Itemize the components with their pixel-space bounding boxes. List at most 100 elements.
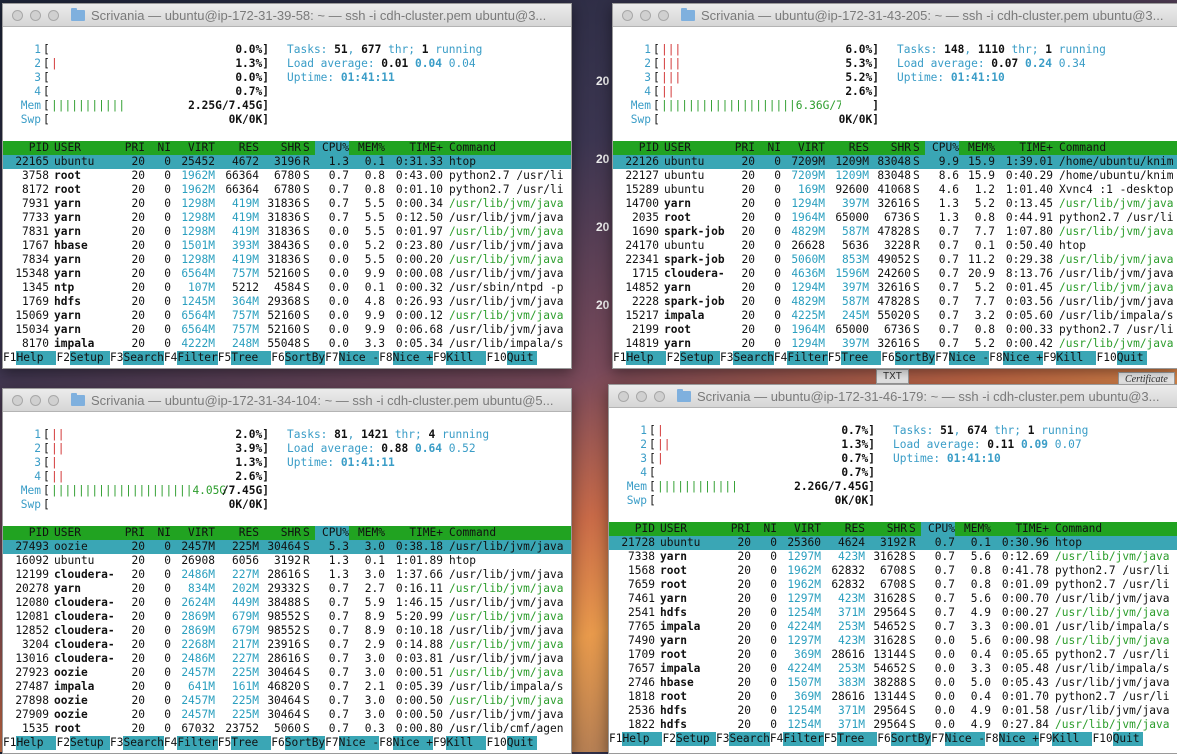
column-header[interactable]: Command bbox=[1055, 522, 1177, 536]
function-key-button[interactable]: F8Nice + bbox=[985, 732, 1039, 746]
process-row[interactable]: 27923 oozie 20 0 2457M 225M 30464 S 0.7 3.0 0:00.5… bbox=[3, 666, 571, 680]
process-row[interactable]: 1568 root 20 0 1962M 62832 6708 S 0.7 0.8 0:41.78 p… bbox=[609, 564, 1177, 578]
close-window-icon[interactable] bbox=[622, 9, 633, 21]
process-row[interactable]: 1767 hbase 20 0 1501M 393M 38436 S 0.0 5.2 0:23.80… bbox=[3, 239, 571, 253]
close-window-icon[interactable] bbox=[618, 390, 629, 402]
column-header[interactable]: S bbox=[909, 522, 919, 536]
process-row[interactable]: 2199 root 20 0 1964M 65000 6736 S 0.7 0.8 0:00.33 p… bbox=[613, 323, 1177, 337]
process-row[interactable]: 27898 oozie 20 0 2457M 225M 30464 S 0.7 3.0 0:00.5… bbox=[3, 694, 571, 708]
function-key-button[interactable]: F4Filter bbox=[774, 351, 828, 365]
process-row[interactable]: 15289 ubuntu 20 0 169M 92600 41068 S 4.6 1.2 1:01.… bbox=[613, 183, 1177, 197]
column-header[interactable]: CPU% bbox=[925, 141, 959, 155]
terminal-window[interactable]: Scrivania — ubuntu@ip-172-31-39-58: ~ — … bbox=[2, 3, 572, 369]
window-titlebar[interactable]: Scrivania — ubuntu@ip-172-31-46-179: ~ —… bbox=[609, 385, 1177, 408]
function-key-button[interactable]: F10Quit bbox=[486, 736, 537, 750]
column-header[interactable]: NI bbox=[147, 141, 171, 155]
process-row[interactable]: 2228 spark-job 20 0 4829M 587M 47828 S 0.7 7.7 0:0… bbox=[613, 295, 1177, 309]
function-key-button[interactable]: F5Tree bbox=[828, 351, 882, 365]
function-key-button[interactable]: F1Help bbox=[3, 736, 57, 750]
terminal-window[interactable]: Scrivania — ubuntu@ip-172-31-34-104: ~ —… bbox=[2, 388, 572, 754]
function-key-button[interactable]: F6SortBy bbox=[271, 351, 326, 365]
process-row[interactable]: 7338 yarn 20 0 1297M 423M 31628 S 0.7 5.6 0:12.69 /… bbox=[609, 550, 1177, 564]
desktop-file-txt[interactable]: TXT bbox=[876, 369, 909, 384]
process-row[interactable]: 7461 yarn 20 0 1297M 423M 31628 S 0.7 5.6 0:00.70 /… bbox=[609, 592, 1177, 606]
column-header[interactable]: RES bbox=[823, 522, 865, 536]
function-key-button[interactable]: F6SortBy bbox=[877, 732, 932, 746]
close-window-icon[interactable] bbox=[12, 394, 23, 406]
process-row[interactable]: 2541 hdfs 20 0 1254M 371M 29564 S 0.7 4.9 0:00.27 /… bbox=[609, 606, 1177, 620]
column-header[interactable]: Command bbox=[449, 141, 571, 155]
process-row[interactable]: 22341 spark-job 20 0 5060M 853M 49052 S 0.7 11.2 0… bbox=[613, 253, 1177, 267]
function-key-button[interactable]: F5Tree bbox=[824, 732, 878, 746]
column-header[interactable]: TIME+ bbox=[997, 141, 1053, 155]
minimize-window-icon[interactable] bbox=[636, 390, 647, 402]
function-key-button[interactable]: F10Quit bbox=[1092, 732, 1143, 746]
column-header[interactable]: TIME+ bbox=[993, 522, 1049, 536]
column-header[interactable]: S bbox=[303, 526, 313, 540]
terminal-window[interactable]: Scrivania — ubuntu@ip-172-31-46-179: ~ —… bbox=[608, 384, 1177, 754]
function-key-button[interactable]: F8Nice + bbox=[989, 351, 1043, 365]
function-key-button[interactable]: F4Filter bbox=[164, 736, 218, 750]
column-header[interactable]: PID bbox=[9, 526, 49, 540]
process-row[interactable]: 14700 yarn 20 0 1294M 397M 32616 S 1.3 5.2 0:13.45… bbox=[613, 197, 1177, 211]
column-header[interactable]: CPU% bbox=[921, 522, 955, 536]
window-titlebar[interactable]: Scrivania — ubuntu@ip-172-31-39-58: ~ — … bbox=[3, 4, 571, 27]
column-header[interactable]: TIME+ bbox=[387, 526, 443, 540]
column-header[interactable]: RES bbox=[217, 526, 259, 540]
process-row[interactable]: 21728 ubuntu 20 0 25360 4624 3192 R 0.7 0.1 0:30.9… bbox=[609, 536, 1177, 550]
function-key-button[interactable]: F8Nice + bbox=[379, 351, 433, 365]
process-row[interactable]: 2746 hbase 20 0 1507M 383M 38288 S 0.0 5.0 0:05.43… bbox=[609, 676, 1177, 690]
function-key-button[interactable]: F2Setup bbox=[666, 351, 720, 365]
column-header[interactable]: MEM% bbox=[351, 141, 385, 155]
process-row[interactable]: 1715 cloudera- 20 0 4636M 1596M 24260 S 0.7 20.9 8… bbox=[613, 267, 1177, 281]
column-header[interactable]: PRI bbox=[727, 522, 751, 536]
column-header[interactable]: CPU% bbox=[315, 526, 349, 540]
process-row[interactable]: 20278 yarn 20 0 834M 202M 29332 S 0.7 2.7 0:16.11 /… bbox=[3, 582, 571, 596]
function-key-button[interactable]: F4Filter bbox=[770, 732, 824, 746]
process-row[interactable]: 7834 yarn 20 0 1298M 419M 31836 S 0.0 5.5 0:00.20 /… bbox=[3, 253, 571, 267]
function-key-button[interactable]: F7Nice - bbox=[325, 351, 380, 365]
column-header[interactable]: USER bbox=[664, 141, 729, 155]
column-header[interactable]: RES bbox=[217, 141, 259, 155]
column-header[interactable]: S bbox=[303, 141, 313, 155]
column-header[interactable]: MEM% bbox=[961, 141, 995, 155]
function-key-button[interactable]: F2Setup bbox=[56, 736, 110, 750]
function-key-button[interactable]: F9Kill bbox=[1043, 351, 1097, 365]
column-header[interactable]: S bbox=[913, 141, 923, 155]
process-row[interactable]: 1818 root 20 0 369M 28616 13144 S 0.0 0.4 0:01.70 p… bbox=[609, 690, 1177, 704]
process-row[interactable]: 15034 yarn 20 0 6564M 757M 52160 S 0.0 9.9 0:06.68… bbox=[3, 323, 571, 337]
column-header[interactable]: SHR bbox=[867, 522, 907, 536]
function-key-button[interactable]: F10Quit bbox=[486, 351, 537, 365]
column-header[interactable]: USER bbox=[54, 526, 119, 540]
process-row[interactable]: 2536 hdfs 20 0 1254M 371M 29564 S 0.0 4.9 0:01.58 /… bbox=[609, 704, 1177, 718]
process-row[interactable]: 22165 ubuntu 20 0 25452 4672 3196 R 1.3 0.1 0:31.3… bbox=[3, 155, 571, 169]
close-window-icon[interactable] bbox=[12, 9, 23, 21]
window-titlebar[interactable]: Scrivania — ubuntu@ip-172-31-34-104: ~ —… bbox=[3, 389, 571, 412]
column-header[interactable]: USER bbox=[54, 141, 119, 155]
terminal-window[interactable]: Scrivania — ubuntu@ip-172-31-43-205: ~ —… bbox=[612, 3, 1177, 369]
column-header[interactable]: PID bbox=[615, 522, 655, 536]
process-row[interactable]: 12080 cloudera- 20 0 2624M 449M 38488 S 0.7 5.9 1:… bbox=[3, 596, 571, 610]
column-header[interactable]: TIME+ bbox=[387, 141, 443, 155]
function-key-button[interactable]: F3Search bbox=[716, 732, 770, 746]
column-header[interactable]: VIRT bbox=[173, 141, 215, 155]
column-header[interactable]: PID bbox=[619, 141, 659, 155]
process-row[interactable]: 27487 impala 20 0 641M 161M 46820 S 0.7 2.1 0:05.3… bbox=[3, 680, 571, 694]
process-row[interactable]: 12081 cloudera- 20 0 2869M 679M 98552 S 0.7 8.9 5:… bbox=[3, 610, 571, 624]
process-row[interactable]: 7765 impala 20 0 4224M 253M 54652 S 0.7 3.3 0:00.0… bbox=[609, 620, 1177, 634]
process-row[interactable]: 22126 ubuntu 20 0 7209M 1209M 83048 S 9.9 15.9 1:3… bbox=[613, 155, 1177, 169]
process-row[interactable]: 14819 yarn 20 0 1294M 397M 32616 S 0.7 5.2 0:00.42… bbox=[613, 337, 1177, 351]
function-key-button[interactable]: F10Quit bbox=[1096, 351, 1147, 365]
column-header[interactable]: NI bbox=[753, 522, 777, 536]
function-key-button[interactable]: F1Help bbox=[609, 732, 663, 746]
column-header[interactable]: PRI bbox=[731, 141, 755, 155]
function-key-button[interactable]: F3Search bbox=[110, 736, 164, 750]
column-header[interactable]: VIRT bbox=[783, 141, 825, 155]
process-row[interactable]: 1822 hdfs 20 0 1254M 371M 29564 S 0.0 4.9 0:27.84 /… bbox=[609, 718, 1177, 732]
process-row[interactable]: 8172 root 20 0 1962M 66364 6780 S 0.7 0.8 0:01.10 p… bbox=[3, 183, 571, 197]
process-row[interactable]: 1709 root 20 0 369M 28616 13144 S 0.0 0.4 0:05.65 p… bbox=[609, 648, 1177, 662]
column-header[interactable]: SHR bbox=[261, 141, 301, 155]
zoom-window-icon[interactable] bbox=[48, 9, 59, 21]
process-row[interactable]: 1345 ntp 20 0 107M 5212 4584 S 0.0 0.1 0:00.32/usr… bbox=[3, 281, 571, 295]
column-header[interactable]: RES bbox=[827, 141, 869, 155]
